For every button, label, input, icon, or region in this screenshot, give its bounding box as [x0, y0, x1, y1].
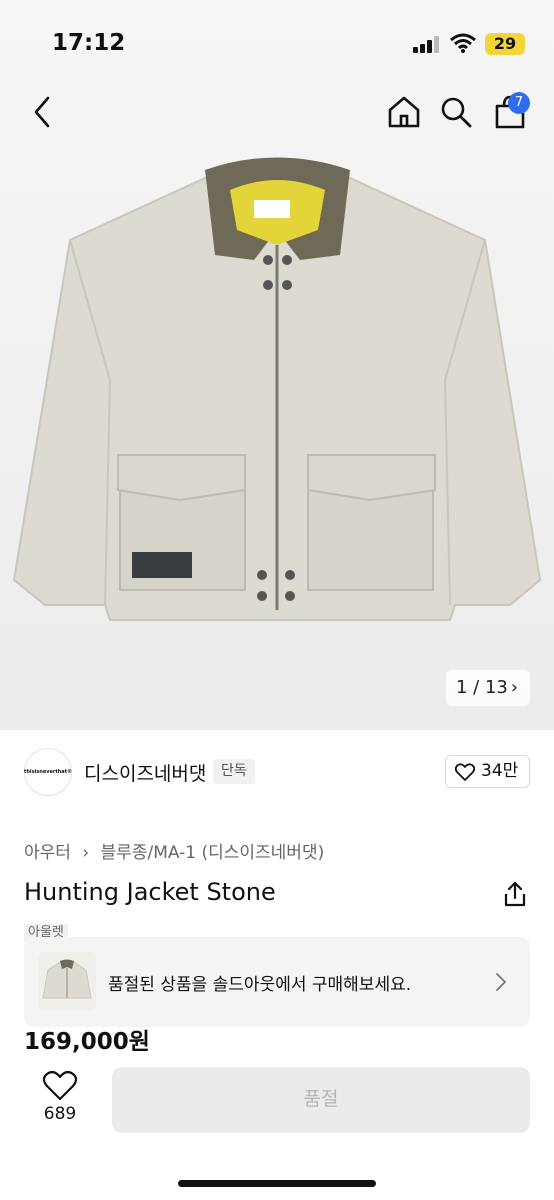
brand-row: thisisneverthat® 디스이즈네버댓 단독 34만: [0, 740, 554, 804]
search-icon[interactable]: [436, 92, 476, 132]
banner-text: 품절된 상품을 솔드아웃에서 구매해보세요.: [108, 975, 412, 995]
brand-like-button[interactable]: 34만: [445, 755, 530, 788]
breadcrumb-item-outer[interactable]: 아우터: [24, 838, 71, 863]
wishlist-button[interactable]: 689: [30, 1068, 90, 1128]
soldout-banner[interactable]: 품절된 상품을 솔드아웃에서 구매해보세요.: [24, 937, 530, 1027]
battery-indicator: 29: [485, 33, 525, 55]
brand-logo-text: thisisneverthat®: [23, 769, 73, 775]
back-button[interactable]: [26, 92, 60, 132]
brand-name[interactable]: 디스이즈네버댓: [84, 759, 206, 786]
wishlist-count: 689: [43, 1104, 77, 1124]
heart-icon: [42, 1070, 78, 1101]
wifi-icon: [450, 33, 476, 53]
brand-logo[interactable]: thisisneverthat®: [24, 748, 72, 796]
chevron-right-icon: [496, 973, 506, 991]
product-image[interactable]: [0, 150, 554, 650]
heart-icon: [455, 763, 475, 781]
banner-product-thumbnail: [38, 952, 96, 1010]
signal-icon: [413, 36, 439, 53]
cart-badge: 7: [508, 92, 530, 114]
image-counter[interactable]: 1 / 13 ›: [446, 670, 530, 706]
chevron-right-icon: ›: [510, 677, 518, 698]
soldout-buy-button[interactable]: 품절: [112, 1067, 530, 1133]
home-icon[interactable]: [384, 92, 424, 132]
exclusive-badge: 단독: [213, 759, 255, 784]
chevron-right-icon: ›: [82, 843, 90, 863]
image-counter-text: 1 / 13: [456, 677, 508, 698]
status-bar: 17:12 29: [0, 0, 554, 80]
product-title: Hunting Jacket Stone: [24, 878, 276, 906]
status-time: 17:12: [52, 30, 126, 56]
breadcrumb: 아우터 › 블루종/MA-1 (디스이즈네버댓): [24, 838, 324, 863]
brand-like-count: 34만: [481, 761, 519, 781]
breadcrumb-item-category[interactable]: 블루종/MA-1 (디스이즈네버댓): [101, 838, 325, 863]
share-icon[interactable]: [502, 880, 528, 908]
product-price: 169,000원: [24, 1029, 150, 1055]
home-indicator: [178, 1180, 376, 1187]
